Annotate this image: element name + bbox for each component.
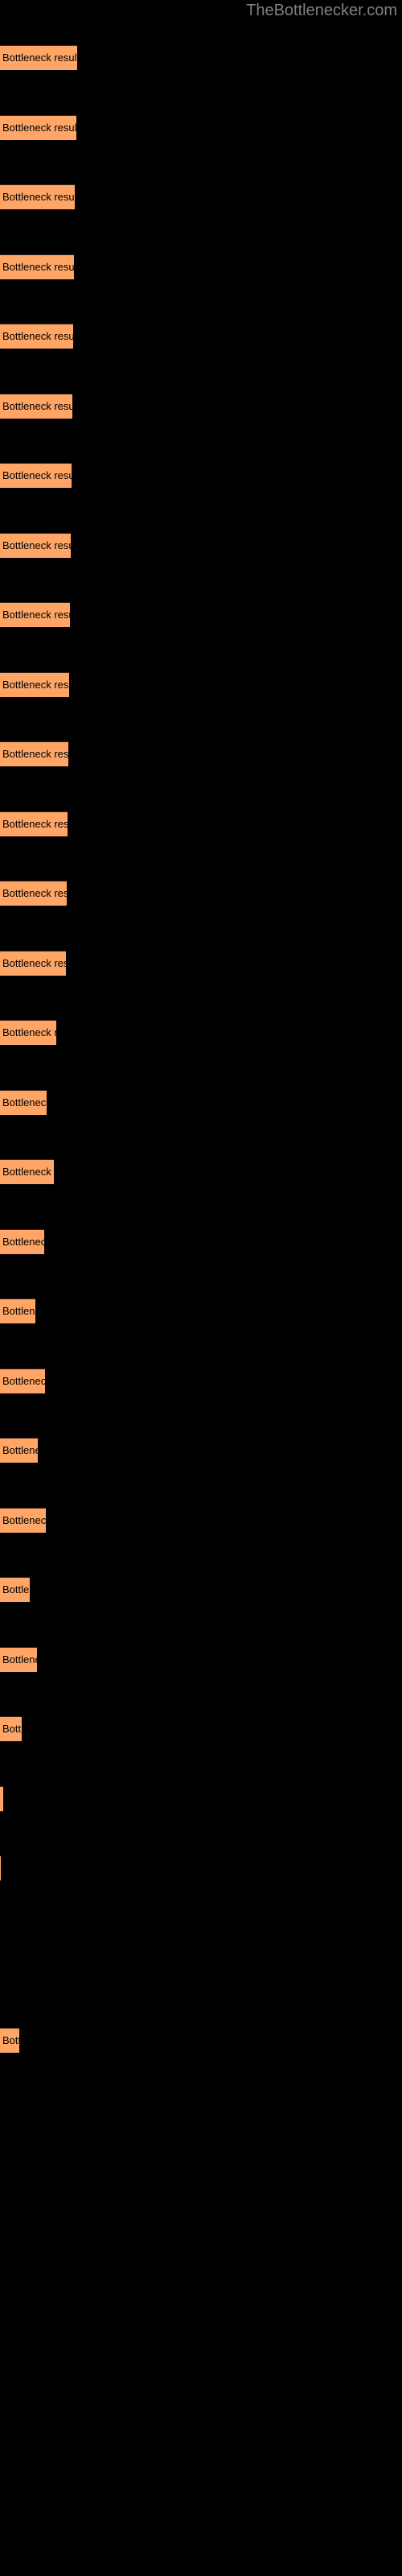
- bar-clip: Bottleneck result: [0, 184, 75, 209]
- bar-clip: Bottleneck result: [0, 1020, 56, 1045]
- bar-clip: Bottleneck result: [0, 672, 69, 697]
- bar-clip: Bottleneck result: [0, 1856, 1, 1880]
- bar-clip: Bottleneck result: [0, 463, 72, 488]
- bar-label: Bottleneck result: [2, 609, 70, 621]
- bar-clip: Bottleneck result: [0, 1298, 35, 1323]
- bar-label: Bottleneck result: [2, 539, 71, 551]
- bar-label: Bottleneck result: [2, 1583, 30, 1596]
- bar-clip: Bottleneck result: [0, 1786, 3, 1811]
- bar-clip: Bottleneck result: [0, 533, 71, 558]
- bar-label: Bottleneck result: [2, 1653, 37, 1666]
- bar-clip: Bottleneck result: [0, 741, 68, 766]
- bar-label: Bottleneck result: [2, 1096, 47, 1108]
- bar-clip: Bottleneck result: [0, 1368, 45, 1393]
- bar-label: Bottleneck result: [2, 1514, 46, 1526]
- bar-label: Bottleneck result: [2, 1375, 45, 1387]
- bar-label: Bottleneck result: [2, 1236, 44, 1248]
- bar-label: Bottleneck result: [2, 1786, 3, 1811]
- bar-clip: Bottleneck result: [0, 254, 74, 279]
- bar-clip: Bottleneck result: [0, 602, 70, 627]
- bar-clip: Bottleneck result: [0, 1577, 30, 1602]
- bar-label: Bottleneck result: [2, 748, 68, 760]
- bar-label: Bottleneck result: [2, 191, 75, 203]
- bar-label: Bottleneck result: [2, 679, 69, 691]
- bar-clip: Bottleneck result: [0, 811, 68, 836]
- bar-label: Bottleneck result: [2, 1723, 22, 1735]
- bar-label: Bottleneck result: [2, 957, 66, 969]
- bar-clip: Bottleneck result: [0, 324, 73, 349]
- bar-clip: Bottleneck result: [0, 394, 72, 419]
- bar-label: Bottleneck result: [2, 330, 73, 342]
- bar-clip: Bottleneck result: [0, 1438, 38, 1463]
- bar-clip: Bottleneck result: [0, 45, 77, 70]
- bar-clip: Bottleneck result: [0, 1090, 47, 1115]
- bar-label: Bottleneck result: [2, 122, 76, 134]
- bar-rect: [0, 1856, 1, 1880]
- bar-label: Bottleneck result: [2, 1305, 35, 1317]
- bar-label: Bottleneck result: [2, 469, 72, 481]
- bar-label: Bottleneck result: [2, 1026, 56, 1038]
- bar-label: Bottleneck result: [2, 52, 77, 64]
- bar-label: Bottleneck result: [2, 400, 72, 412]
- bar-clip: Bottleneck result: [0, 1647, 37, 1672]
- bar-clip: Bottleneck result: [0, 2028, 19, 2053]
- bar-label: Bottleneck result: [2, 887, 67, 899]
- bar-clip: Bottleneck result: [0, 1229, 44, 1254]
- bar-clip: Bottleneck result: [0, 1508, 46, 1533]
- bar-label: Bottleneck result: [2, 818, 68, 830]
- bar-clip: Bottleneck result: [0, 881, 67, 906]
- bar-clip: Bottleneck result: [0, 951, 66, 976]
- bottleneck-bar-chart: Bottleneck result Bottleneck result Bottle…: [0, 0, 402, 2576]
- bar-label: Bottleneck result: [2, 1166, 54, 1178]
- bar-label: Bottleneck result: [2, 1444, 38, 1456]
- bar-label: Bottleneck result: [2, 2034, 19, 2046]
- bar-clip: Bottleneck result: [0, 115, 76, 140]
- bar-clip: Bottleneck result: [0, 1159, 54, 1184]
- bar-clip: Bottleneck result: [0, 1716, 22, 1741]
- bar-label: Bottleneck result: [2, 261, 74, 273]
